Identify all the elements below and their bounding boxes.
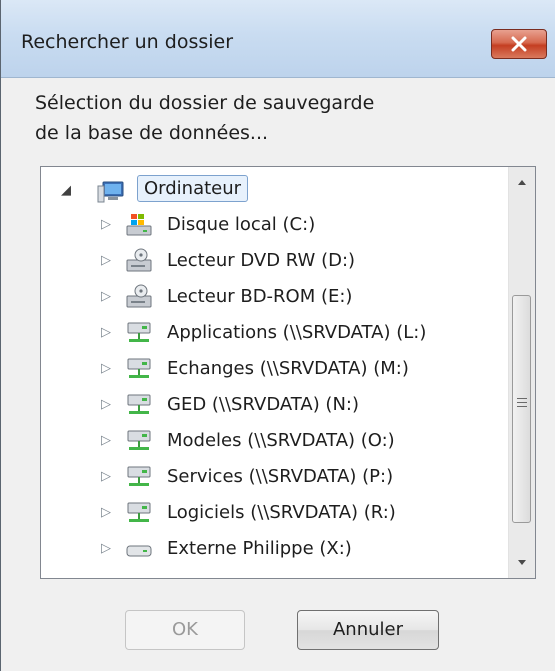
ok-button[interactable]: OK (125, 610, 245, 650)
tree-item-label: Echanges (\\SRVDATA) (M:) (167, 358, 409, 379)
network-drive-icon (127, 430, 151, 450)
scroll-thumb[interactable] (512, 295, 531, 523)
tree-item[interactable]: ▷ Services (\\SRVDATA) (P:) (41, 460, 509, 494)
optical-drive-icon (126, 284, 152, 308)
tree-item-label: Modeles (\\SRVDATA) (O:) (167, 430, 395, 451)
collapse-arrow-icon[interactable]: ◢ (61, 183, 71, 198)
scroll-up-button[interactable] (509, 167, 535, 197)
tree-item-label: Services (\\SRVDATA) (P:) (167, 466, 394, 487)
folder-browser-dialog: Rechercher un dossier Sélection du dossi… (0, 0, 555, 671)
close-icon (511, 36, 527, 52)
expand-arrow-icon[interactable]: ▷ (101, 325, 111, 340)
scroll-up-arrow-icon (518, 180, 526, 185)
tree-item-label: Applications (\\SRVDATA) (L:) (167, 322, 427, 343)
network-drive-icon (127, 394, 151, 414)
dialog-prompt: Sélection du dossier de sauvegarde de la… (35, 88, 455, 148)
tree-item[interactable]: ▷ Lecteur BD-ROM (E:) (41, 280, 509, 314)
optical-drive-icon (126, 248, 152, 272)
network-drive-icon (127, 466, 151, 486)
tree-item[interactable]: ▷ Disque local (C:) (41, 208, 509, 242)
tree-item[interactable]: ▷ Logiciels (\\SRVDATA) (R:) (41, 496, 509, 530)
computer-icon (97, 181, 124, 203)
expand-arrow-icon[interactable]: ▷ (101, 217, 111, 232)
tree-item[interactable]: ▷ Echanges (\\SRVDATA) (M:) (41, 352, 509, 386)
scroll-down-arrow-icon (518, 560, 526, 565)
tree-item[interactable]: ▷ Lecteur DVD RW (D:) (41, 244, 509, 278)
expand-arrow-icon[interactable]: ▷ (101, 541, 111, 556)
vertical-scrollbar[interactable] (508, 167, 535, 578)
expand-arrow-icon[interactable]: ▷ (101, 505, 111, 520)
tree-item-label: Lecteur DVD RW (D:) (167, 250, 356, 271)
scroll-grip-icon (517, 398, 527, 407)
dialog-title: Rechercher un dossier (21, 31, 234, 53)
removable-drive-icon (126, 545, 152, 557)
expand-arrow-icon[interactable]: ▷ (101, 397, 111, 412)
network-drive-icon (127, 322, 151, 342)
tree-item-label: Disque local (C:) (167, 214, 316, 235)
tree-item[interactable]: ▷ Modeles (\\SRVDATA) (O:) (41, 424, 509, 458)
tree-item-ordinateur[interactable]: ◢ Ordinateur (41, 173, 509, 207)
expand-arrow-icon[interactable]: ▷ (101, 253, 111, 268)
windows-drive-icon (126, 214, 152, 236)
tree-item-label: Lecteur BD-ROM (E:) (167, 286, 353, 307)
expand-arrow-icon[interactable]: ▷ (101, 361, 111, 376)
tree-item[interactable]: ▷ Externe Philippe (X:) (41, 532, 509, 566)
prompt-line-1: Sélection du dossier de sauvegarde (35, 92, 375, 114)
network-drive-icon (127, 502, 151, 522)
tree-item[interactable]: ▷ GED (\\SRVDATA) (N:) (41, 388, 509, 422)
close-button[interactable] (491, 29, 547, 59)
tree-item-label: Logiciels (\\SRVDATA) (R:) (167, 502, 396, 523)
network-drive-icon (127, 358, 151, 378)
tree-item-label: GED (\\SRVDATA) (N:) (167, 394, 360, 415)
tree-item-label: Externe Philippe (X:) (167, 538, 352, 559)
expand-arrow-icon[interactable]: ▷ (101, 469, 111, 484)
tree-item[interactable]: ▷ Applications (\\SRVDATA) (L:) (41, 316, 509, 350)
scroll-down-button[interactable] (509, 548, 535, 578)
prompt-line-2: de la base de données... (35, 122, 269, 144)
expand-arrow-icon[interactable]: ▷ (101, 289, 111, 304)
tree-item-label: Ordinateur (137, 175, 249, 202)
title-bar[interactable]: Rechercher un dossier (1, 0, 555, 78)
cancel-button[interactable]: Annuler (297, 610, 439, 650)
folder-tree[interactable]: ◢ Ordinateur ▷ Disque local (C:) ▷ Lecteur … (40, 166, 536, 579)
expand-arrow-icon[interactable]: ▷ (101, 433, 111, 448)
